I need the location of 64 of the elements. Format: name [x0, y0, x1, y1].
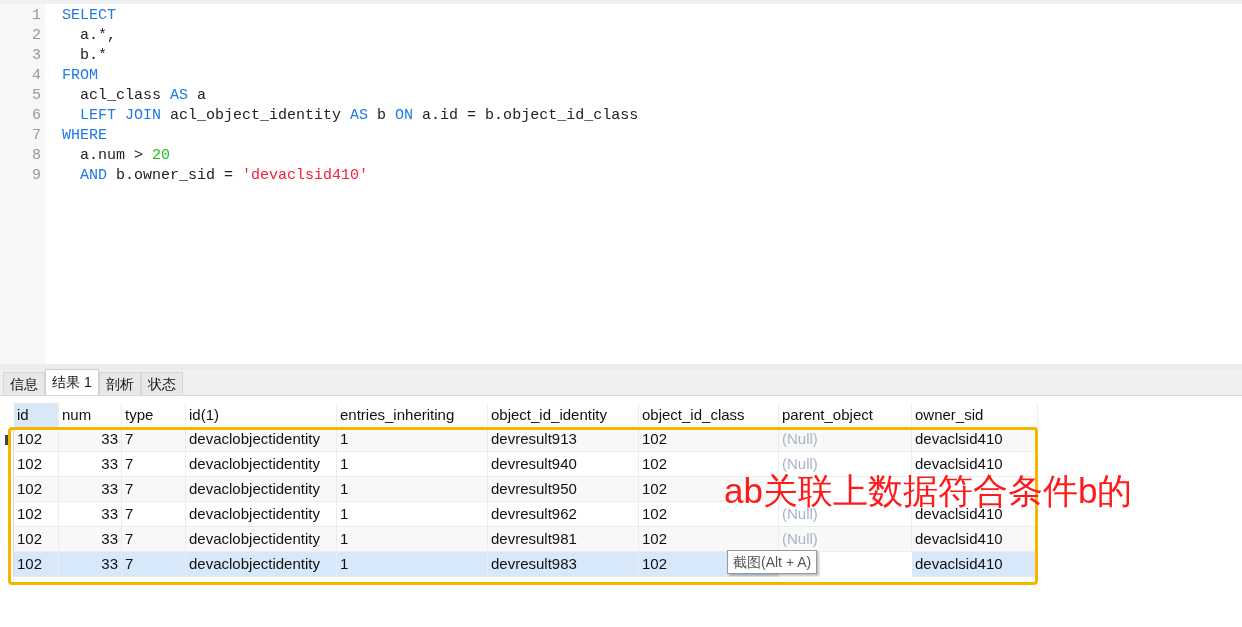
table-cell: 7 — [122, 452, 186, 477]
result-tab[interactable]: 剖析 — [98, 372, 141, 395]
column-header[interactable]: entries_inheriting — [337, 403, 488, 427]
code-line: b.* — [79, 46, 107, 66]
table-cell: devresult950 — [488, 477, 639, 502]
table-cell: 102 — [639, 527, 779, 552]
table-cell: 1 — [337, 552, 488, 577]
table-cell: devaclsid410 — [912, 552, 1038, 577]
code-line: a.*, — [79, 26, 116, 46]
table-cell: devaclsid410 — [912, 527, 1038, 552]
table-cell: devaclobjectidentity — [186, 552, 337, 577]
code-line: FROM — [62, 66, 98, 86]
sql-editor[interactable]: 1 2 3 4 5 6 7 8 9 SELECT a.*, b.* FROM acl_class AS a LEFT JOIN acl_object_identity AS b ON a.id = b.object_id_class WHERE a.num > 20 AND b.owner_sid = 'devaclsid410' — [0, 0, 1242, 364]
table-cell: 7 — [122, 502, 186, 527]
table-cell: devaclobjectidentity — [186, 452, 337, 477]
column-header[interactable]: owner_sid — [912, 403, 1038, 427]
table-cell: 1 — [337, 477, 488, 502]
column-header[interactable]: object_id_identity — [488, 403, 639, 427]
tooltip: 截图(Alt + A) — [727, 550, 818, 574]
table-cell: 7 — [122, 552, 186, 577]
table-cell: 33 — [59, 452, 122, 477]
line-number: 3 — [31, 46, 42, 66]
line-number: 6 — [31, 106, 42, 126]
table-cell: 1 — [337, 527, 488, 552]
table-cell: 33 — [59, 477, 122, 502]
table-cell: 1 — [337, 502, 488, 527]
table-cell: 102 — [14, 452, 59, 477]
table-cell: 33 — [59, 527, 122, 552]
table-cell: devresult940 — [488, 452, 639, 477]
column-header[interactable]: object_id_class — [639, 403, 779, 427]
result-tab[interactable]: 信息 — [3, 372, 45, 395]
code-line: WHERE — [62, 126, 107, 146]
line-number: 1 — [31, 6, 42, 26]
table-cell: devaclobjectidentity — [186, 502, 337, 527]
line-number: 2 — [31, 26, 42, 46]
result-tab[interactable]: 结果 1 — [45, 369, 99, 395]
line-number: 7 — [31, 126, 42, 146]
table-cell: 7 — [122, 527, 186, 552]
code-line: LEFT JOIN acl_object_identity AS b ON a.id = b.object_id_class — [79, 106, 639, 126]
table-cell: 1 — [337, 452, 488, 477]
table-cell: devresult962 — [488, 502, 639, 527]
table-cell: devresult983 — [488, 552, 639, 577]
code-line: acl_class AS a — [79, 86, 207, 106]
table-cell: devresult981 — [488, 527, 639, 552]
table-cell: (Null) — [779, 527, 912, 552]
table-cell: 102 — [14, 477, 59, 502]
table-cell: 102 — [14, 527, 59, 552]
code-line: AND b.owner_sid = 'devaclsid410' — [79, 166, 369, 186]
line-number: 8 — [31, 146, 42, 166]
table-cell: devaclobjectidentity — [186, 527, 337, 552]
table-cell: 33 — [59, 502, 122, 527]
table-cell: 7 — [122, 477, 186, 502]
table-cell: 102 — [14, 502, 59, 527]
column-header[interactable]: type — [122, 403, 186, 427]
line-number: 5 — [31, 86, 42, 106]
line-number: 9 — [31, 166, 42, 186]
code-line: a.num > 20 — [79, 146, 171, 166]
table-cell: 102 — [14, 552, 59, 577]
code-line: SELECT — [62, 6, 116, 26]
table-cell: 33 — [59, 552, 122, 577]
result-tab[interactable]: 状态 — [140, 372, 183, 395]
line-number: 4 — [31, 66, 42, 86]
table-cell: devaclobjectidentity — [186, 477, 337, 502]
column-header[interactable]: id — [14, 403, 59, 427]
